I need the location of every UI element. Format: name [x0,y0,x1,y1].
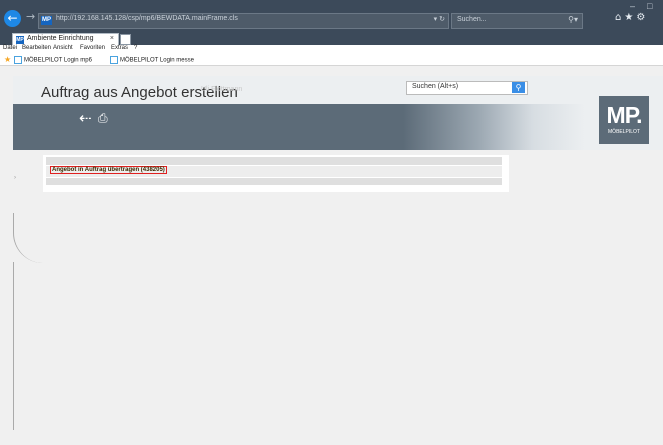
app-toolbar: ⇠ ⎙ [13,104,663,150]
app-search-input[interactable]: Suchen (Alt+s) [406,81,528,95]
browser-search-placeholder[interactable]: Suchen... [457,16,487,23]
refresh-icon[interactable]: ▾ ↻ [434,15,445,23]
menu-item-extras[interactable]: Extras [111,45,128,51]
tab-title[interactable]: Ambiente Einrichtung [27,35,94,42]
menu-item-bearbeiten[interactable]: Bearbeiten [22,45,51,51]
chevron-right-icon: › [14,175,16,181]
user-name: Uli Flottmann [201,86,243,93]
menu-item-ansicht[interactable]: Ansicht [53,45,73,51]
menu-item-datei[interactable]: Datei [3,45,17,51]
print-icon[interactable]: ⎙ [98,111,108,126]
browser-forward-icon[interactable]: → [26,10,35,23]
home-icon[interactable]: ⌂ [615,12,624,23]
site-favicon-icon: MP [41,16,52,25]
favorites-star-icon[interactable]: ★ [4,55,11,64]
logo-text: MÖBELPILOT [608,129,640,135]
action-panel: Angebot in Auftrag übertragen (438205) [43,155,509,192]
sidebar-edge-line [13,262,14,430]
page-icon [110,56,118,64]
star-icon[interactable]: ★ [624,12,636,23]
panel-row [46,178,502,185]
new-tab-button[interactable] [120,34,131,45]
favorite-link-login-messe[interactable]: MÖBELPILOT Login messe [110,56,194,64]
window-maximize-icon[interactable]: □ [647,1,652,11]
panel-row: Angebot in Auftrag übertragen (438205) [46,166,502,177]
status-strip [0,430,663,445]
favorite-link-login-mp6[interactable]: MÖBELPILOT Login mp6 [14,56,92,64]
moebelpilot-logo: MP. MÖBELPILOT [599,96,649,144]
panel-row [46,157,502,165]
browser-search-box[interactable]: Suchen... ⚲▾ [451,13,583,29]
browser-toolbar-icons[interactable]: ⌂★⚙ [615,12,648,23]
menu-item-help[interactable]: ? [134,45,137,51]
tab-favicon-icon: MP [16,36,24,44]
window-minimize-icon[interactable]: – [630,1,635,11]
tab-close-icon[interactable]: × [110,35,114,42]
app-header: Auftrag aus Angebot erstellen Uli Flottm… [13,76,663,150]
app-search-button[interactable]: ⚲ [512,82,525,93]
transfer-offer-to-order-link[interactable]: Angebot in Auftrag übertragen (438205) [50,166,167,174]
search-icon[interactable]: ⚲▾ [568,15,578,24]
logo-mark: MP. [606,102,643,128]
menu-item-favoriten[interactable]: Favoriten [80,45,105,51]
browser-back-icon[interactable]: ← [4,10,21,27]
sidebar-toggle[interactable]: › [12,155,25,213]
search-icon: ⚲ [515,83,522,92]
app-search-placeholder[interactable]: Suchen (Alt+s) [412,83,458,90]
back-arrow-icon[interactable]: ⇠ [79,109,92,127]
favorites-bar: ★ MÖBELPILOT Login mp6 MÖBELPILOT Login … [0,54,663,66]
content-area [13,150,663,430]
url-text[interactable]: http://192.168.145.128/csp/mp6/BEWDATA.m… [56,15,238,22]
page-icon [14,56,22,64]
address-bar[interactable]: MP http://192.168.145.128/csp/mp6/BEWDAT… [38,13,449,29]
gear-icon[interactable]: ⚙ [636,12,648,23]
menu-bar: Datei Bearbeiten Ansicht Favoriten Extra… [0,45,663,54]
